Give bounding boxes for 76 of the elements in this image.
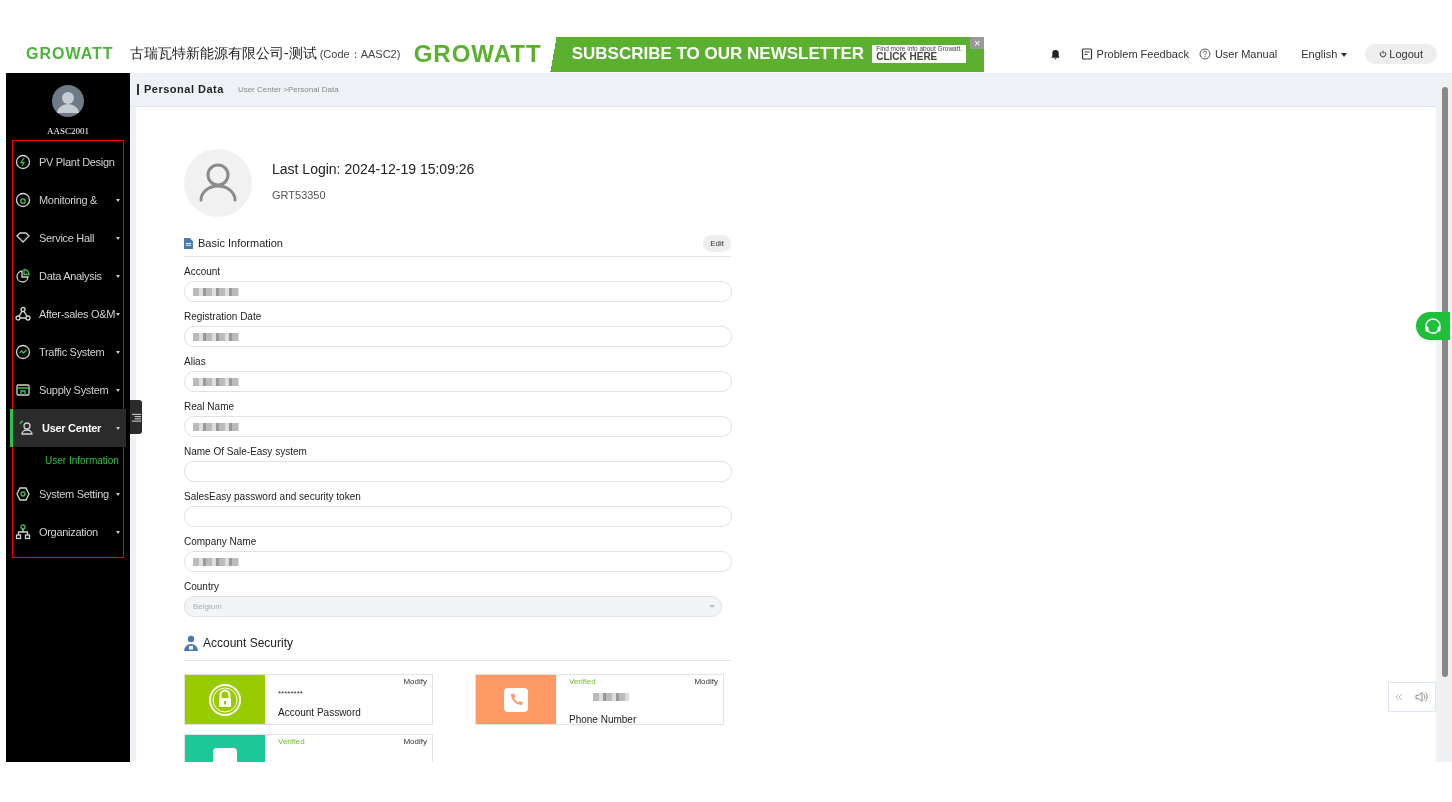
- edit-button[interactable]: Edit: [703, 234, 731, 252]
- feedback-note-icon: [1080, 48, 1093, 60]
- bell-icon[interactable]: [1049, 48, 1061, 60]
- field-label: Country: [184, 581, 220, 592]
- sidebar-item[interactable]: Traffic System: [10, 333, 126, 371]
- customer-service-button[interactable]: [1416, 312, 1450, 340]
- language-dropdown[interactable]: English: [1301, 48, 1348, 60]
- field-label: Name Of Sale-Easy system: [184, 446, 308, 457]
- sidebar-item[interactable]: Data Analysis: [10, 257, 126, 295]
- speaker-icon: [1415, 691, 1429, 703]
- user-lock-icon: [184, 635, 198, 651]
- padlock-icon: [209, 683, 241, 716]
- company-code: (Code：AASC2): [319, 46, 402, 62]
- masked-password: ********: [278, 689, 304, 698]
- sidebar-item[interactable]: After-sales O&M: [10, 295, 126, 333]
- double-chevron-icon: [1395, 693, 1403, 701]
- power-icon: [1379, 50, 1388, 58]
- field-label: Company Name: [184, 536, 258, 547]
- header-link[interactable]: User Manual: [1198, 48, 1278, 60]
- network-nodes-icon: [15, 306, 31, 322]
- sound-widget[interactable]: [1388, 682, 1436, 712]
- user-name: AASC2001: [47, 126, 89, 136]
- ring-icon: [15, 192, 31, 208]
- section-title: Account Security: [203, 636, 294, 650]
- document-icon: [184, 237, 193, 249]
- company-name: 古瑞瓦特新能源有限公司-测试: [130, 45, 317, 63]
- sidebar-item[interactable]: Supply System: [10, 371, 126, 409]
- section-title: Basic Information: [198, 237, 283, 249]
- verified-status: Verified: [569, 677, 596, 687]
- logout-button[interactable]: Logout: [1365, 44, 1437, 64]
- verified-status: Verified: [278, 737, 305, 747]
- help-icon: [1198, 48, 1211, 60]
- headset-icon: [1423, 316, 1443, 336]
- modify-link[interactable]: Modify: [694, 677, 718, 687]
- field-label: Account: [184, 266, 222, 277]
- sidebar-item[interactable]: System Setting: [10, 475, 126, 513]
- sidebar-item[interactable]: User Center: [10, 409, 126, 447]
- pie-chart-icon: [15, 268, 31, 284]
- submenu-item[interactable]: User Information: [45, 454, 119, 468]
- text-field[interactable]: [184, 326, 732, 347]
- org-chart-icon: [15, 524, 31, 540]
- header-link[interactable]: Problem Feedback: [1080, 48, 1189, 60]
- storefront-icon: [15, 382, 31, 398]
- last-login: Last Login: 2024-12-19 15:09:26: [272, 161, 475, 177]
- sidebar-item[interactable]: Organization: [10, 513, 126, 551]
- avatar-icon: [52, 85, 84, 117]
- banner-logo: GROWATT: [412, 40, 543, 68]
- phone-icon: [504, 687, 528, 712]
- growatt-logo: GROWATT: [26, 45, 115, 63]
- line-chart-circle-icon: [15, 344, 31, 360]
- scrollbar[interactable]: [1440, 81, 1450, 754]
- page-title: Personal Data: [137, 84, 224, 95]
- user-id: GRT53350: [272, 189, 327, 201]
- card-label: Account Password: [278, 707, 362, 718]
- card-label: Phone Number: [569, 714, 638, 725]
- collapse-handle[interactable]: [130, 400, 142, 434]
- breadcrumb: User Center >Personal Data: [237, 85, 339, 94]
- field-label: Alias: [184, 356, 207, 367]
- sidebar-item[interactable]: PV Plant Design: [10, 143, 126, 181]
- sidebar-item[interactable]: Monitoring &: [10, 181, 126, 219]
- field-label: SalesEasy password and security token: [184, 491, 362, 502]
- sidebar-item[interactable]: Service Hall: [10, 219, 126, 257]
- text-field[interactable]: [184, 551, 732, 572]
- banner-headline: SUBSCRIBE TO OUR NEWSLETTER: [571, 44, 865, 64]
- modify-link[interactable]: Modify: [403, 737, 427, 747]
- user-icon: [18, 420, 34, 436]
- text-field[interactable]: [184, 371, 732, 392]
- bolt-circle-icon: [15, 154, 31, 170]
- hexagon-gear-icon: [15, 486, 31, 502]
- text-field[interactable]: [184, 506, 732, 527]
- field-label: Real Name: [184, 401, 236, 412]
- text-field[interactable]: [184, 461, 732, 482]
- text-field[interactable]: [184, 281, 732, 302]
- modify-link[interactable]: Modify: [403, 677, 427, 687]
- text-field[interactable]: [184, 416, 732, 437]
- field-label: Registration Date: [184, 311, 263, 322]
